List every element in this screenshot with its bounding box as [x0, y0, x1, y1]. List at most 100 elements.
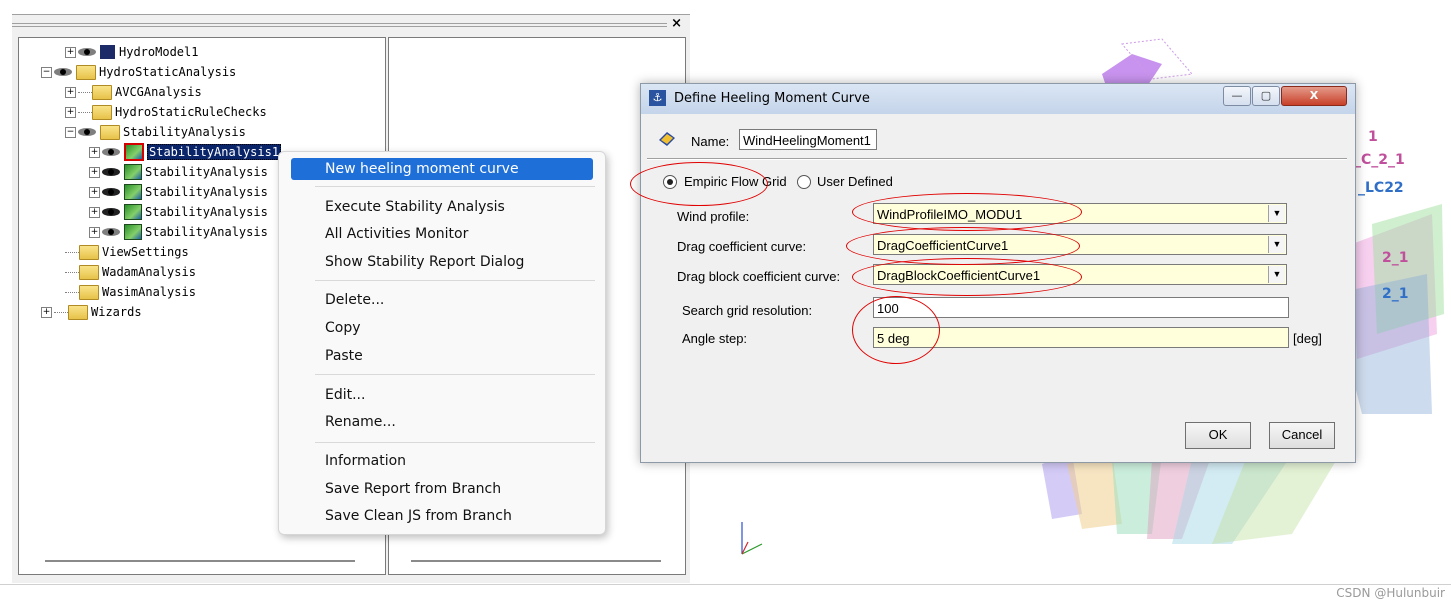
tree-item-stabilityanalysis[interactable]: + StabilityAnalysis: [89, 222, 268, 242]
tree-item-label: HydroStaticAnalysis: [99, 65, 237, 79]
tree-connector: [65, 251, 79, 253]
tree-item-stabilityanalysis[interactable]: + StabilityAnalysis: [89, 202, 268, 222]
cancel-button[interactable]: Cancel: [1269, 422, 1335, 449]
folder-icon: [92, 104, 112, 120]
close-button[interactable]: X: [1281, 86, 1347, 106]
tree-connector: [54, 311, 68, 313]
expand-icon[interactable]: +: [41, 306, 52, 318]
menu-item-save-report-from-branch[interactable]: Save Report from Branch: [325, 477, 501, 501]
dialog-separator: [647, 158, 1347, 160]
menu-item-edit[interactable]: Edit...: [325, 383, 365, 407]
drag-block-coefficient-label: Drag block coefficient curve:: [677, 269, 841, 284]
collapse-icon[interactable]: −: [41, 66, 52, 78]
name-icon: [657, 130, 677, 148]
eye-icon[interactable]: [54, 67, 74, 77]
axis-triad-icon: [741, 522, 763, 555]
folder-icon: [79, 284, 99, 300]
menu-item-save-clean-js-from-branch[interactable]: Save Clean JS from Branch: [325, 504, 512, 528]
expand-icon[interactable]: +: [65, 106, 76, 118]
tree-item-label: StabilityAnalysis: [123, 125, 246, 139]
tree-item-stabilityanalysis1[interactable]: + StabilityAnalysis1: [89, 142, 282, 162]
menu-item-show-stability-report-dialog[interactable]: Show Stability Report Dialog: [325, 250, 524, 274]
collapse-icon[interactable]: −: [65, 126, 76, 138]
tree-item-label: HydroModel1: [119, 45, 199, 59]
menu-item-information[interactable]: Information: [325, 449, 406, 473]
tree-item-label: StabilityAnalysis: [145, 185, 268, 199]
hydromodel-icon: [100, 45, 115, 59]
tree-item-hydromodel[interactable]: + HydroModel1: [65, 42, 198, 62]
name-label: Name:: [691, 134, 730, 149]
stability-analysis-icon: [124, 224, 142, 240]
annotation-ellipse: [852, 296, 940, 364]
menu-item-paste[interactable]: Paste: [325, 344, 363, 368]
menu-item-rename[interactable]: Rename...: [325, 410, 396, 434]
menu-item-execute-stability-analysis[interactable]: Execute Stability Analysis: [325, 195, 505, 219]
stability-analysis-icon: [124, 184, 142, 200]
maximize-button[interactable]: ▢: [1252, 86, 1280, 106]
ok-button[interactable]: OK: [1185, 422, 1251, 449]
tree-item-wizards[interactable]: + Wizards: [41, 302, 142, 322]
tree-item-label: StabilityAnalysis: [145, 165, 268, 179]
eye-icon[interactable]: [102, 167, 122, 177]
tree-item-wasimanalysis[interactable]: WasimAnalysis: [65, 282, 196, 302]
chevron-down-icon[interactable]: ▼: [1268, 236, 1285, 253]
expand-icon[interactable]: +: [89, 226, 100, 238]
watermark-text: CSDN @Hulunbuir: [1336, 586, 1445, 600]
menu-item-delete[interactable]: Delete...: [325, 288, 384, 312]
tree-item-wadamanalysis[interactable]: WadamAnalysis: [65, 262, 196, 282]
user-defined-radio[interactable]: [797, 175, 811, 189]
menu-separator: [315, 186, 595, 187]
eye-icon[interactable]: [78, 127, 98, 137]
eye-icon[interactable]: [102, 187, 122, 197]
tree-item-avcganalysis[interactable]: + AVCGAnalysis: [65, 82, 202, 102]
expand-icon[interactable]: +: [65, 86, 76, 98]
tree-item-stabilityanalysis[interactable]: + StabilityAnalysis: [89, 162, 268, 182]
stability-analysis-icon: [124, 204, 142, 220]
tree-item-hydrostaticanalysis[interactable]: − HydroStaticAnalysis: [41, 62, 236, 82]
menu-item-copy[interactable]: Copy: [325, 316, 361, 340]
angle-step-unit: [deg]: [1293, 331, 1322, 346]
expand-icon[interactable]: +: [89, 186, 100, 198]
expand-icon[interactable]: +: [89, 146, 100, 158]
wind-profile-label: Wind profile:: [677, 209, 750, 224]
tree-item-label: StabilityAnalysis: [145, 205, 268, 219]
tree-item-label: WasimAnalysis: [102, 285, 196, 299]
folder-icon: [68, 304, 88, 320]
name-field[interactable]: WindHeelingMoment1: [739, 129, 877, 150]
expand-icon[interactable]: +: [89, 166, 100, 178]
menu-separator: [315, 442, 595, 443]
tree-item-label: WadamAnalysis: [102, 265, 196, 279]
search-grid-resolution-label: Search grid resolution:: [682, 303, 813, 318]
menu-item-all-activities-monitor[interactable]: All Activities Monitor: [325, 222, 468, 246]
stability-analysis-icon: [124, 164, 142, 180]
eye-icon[interactable]: [78, 47, 98, 57]
tree-item-label: AVCGAnalysis: [115, 85, 202, 99]
properties-horizontal-scrollbar[interactable]: [411, 560, 661, 562]
annotation-ellipse: [630, 162, 768, 206]
tree-item-label: Wizards: [91, 305, 142, 319]
tree-item-stabilityanalysis-folder[interactable]: − StabilityAnalysis: [65, 122, 246, 142]
minimize-button[interactable]: —: [1223, 86, 1251, 106]
menu-item-new-heeling-moment-curve[interactable]: New heeling moment curve: [325, 157, 519, 181]
chevron-down-icon[interactable]: ▼: [1268, 266, 1285, 283]
tree-item-stabilityanalysis[interactable]: + StabilityAnalysis: [89, 182, 268, 202]
dialog-title: Define Heeling Moment Curve: [674, 91, 870, 106]
eye-icon[interactable]: [102, 147, 122, 157]
tree-item-viewsettings[interactable]: ViewSettings: [65, 242, 189, 262]
stability-analysis-icon: [124, 143, 144, 161]
expand-icon[interactable]: +: [89, 206, 100, 218]
expand-icon[interactable]: +: [65, 46, 76, 58]
bottom-divider: [0, 584, 1451, 585]
tree-item-label: HydroStaticRuleChecks: [115, 105, 267, 119]
eye-icon[interactable]: [102, 227, 122, 237]
folder-icon: [100, 124, 120, 140]
tree-item-hydrostaticrulechecks[interactable]: + HydroStaticRuleChecks: [65, 102, 267, 122]
tree-connector: [78, 91, 92, 93]
panel-close-icon[interactable]: ×: [671, 16, 682, 31]
dialog-titlebar[interactable]: ⚓ Define Heeling Moment Curve — ▢ X: [641, 84, 1355, 114]
eye-icon[interactable]: [102, 207, 122, 217]
annotation-ellipse: [852, 193, 1082, 231]
tree-connector: [65, 291, 79, 293]
tree-horizontal-scrollbar[interactable]: [45, 560, 355, 562]
chevron-down-icon[interactable]: ▼: [1268, 205, 1285, 222]
